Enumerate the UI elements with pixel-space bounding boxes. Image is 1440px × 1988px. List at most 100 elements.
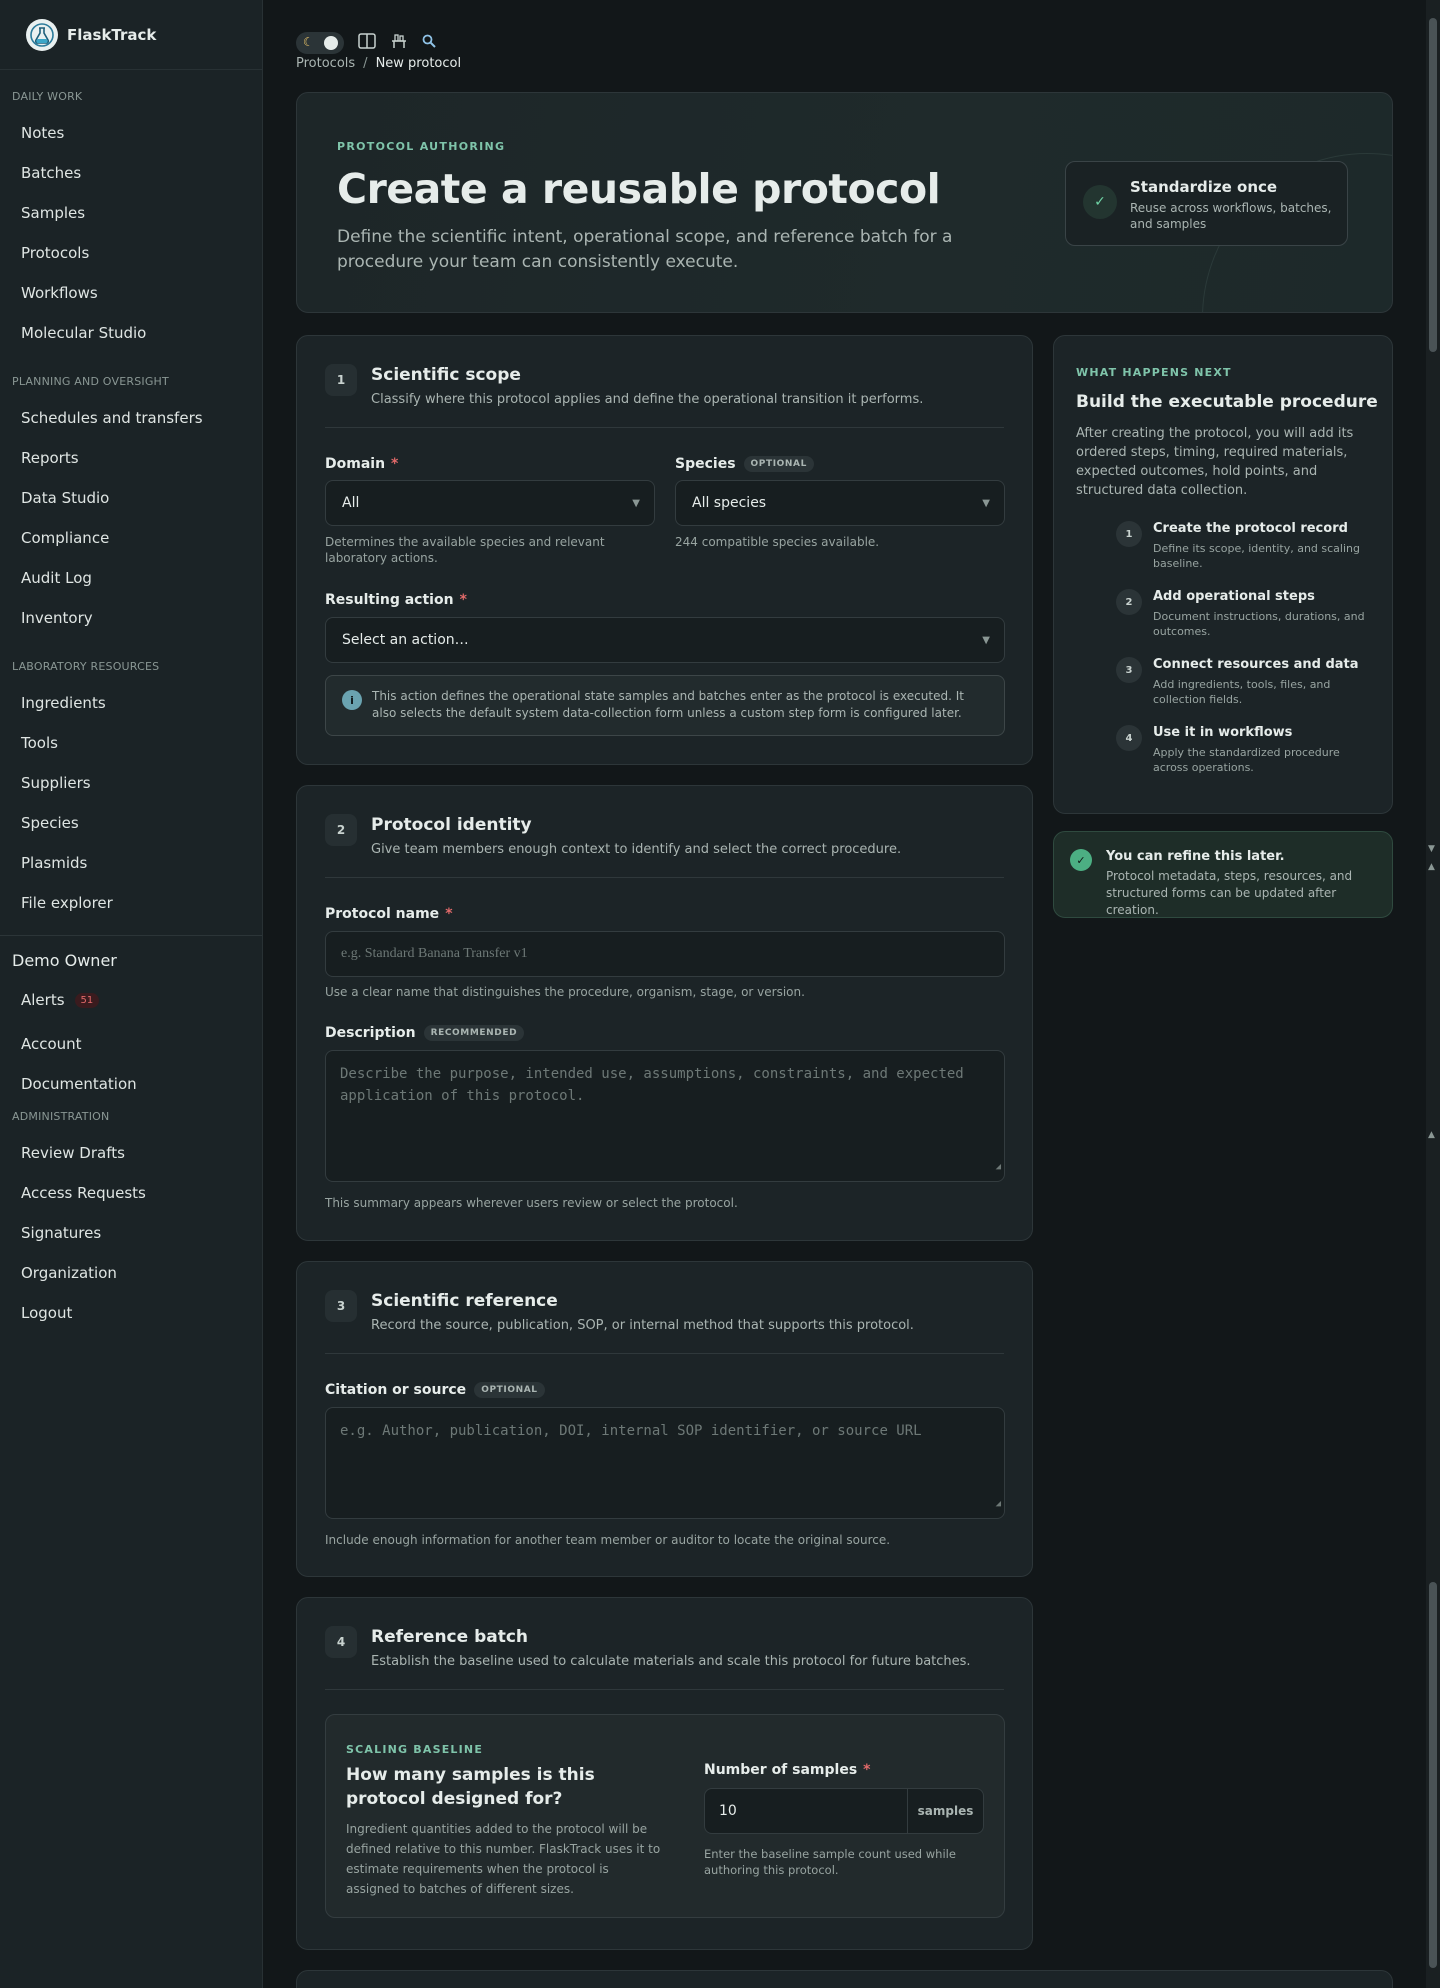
hero-eyebrow: PROTOCOL AUTHORING <box>337 140 506 153</box>
flask-logo-icon <box>26 18 58 51</box>
next-eyebrow: WHAT HAPPENS NEXT <box>1076 366 1232 379</box>
domain-label: Domain * <box>325 456 399 472</box>
step-number: 4 <box>325 1626 357 1658</box>
domain-help: Determines the available species and rel… <box>325 535 605 565</box>
baseline-question: How many samples is this protocol design… <box>346 1765 595 1809</box>
split-view-icon[interactable] <box>358 33 376 53</box>
sidebar-item-samples[interactable]: Samples <box>0 193 262 233</box>
sidebar-item-workflows[interactable]: Workflows <box>0 273 262 313</box>
description-help: This summary appears wherever users revi… <box>325 1196 738 1210</box>
sidebar-item-tools[interactable]: Tools <box>0 723 262 763</box>
action-info-text: This action defines the operational stat… <box>372 689 964 720</box>
section-subtitle: Establish the baseline used to calculate… <box>371 1654 971 1669</box>
toolbar: ☾ <box>296 32 436 54</box>
number-of-samples-input[interactable]: 10 samples <box>704 1788 984 1834</box>
scientific-scope-card: 1 Scientific scope Classify where this p… <box>296 335 1033 765</box>
step-number: 1 <box>325 364 357 396</box>
scroll-arrow-down-icon[interactable]: ▼ <box>1428 844 1435 854</box>
breadcrumb-current: New protocol <box>375 56 462 71</box>
sidebar-item-audit-log[interactable]: Audit Log <box>0 558 262 598</box>
sidebar-item-reports[interactable]: Reports <box>0 438 262 478</box>
sidebar-item-review-drafts[interactable]: Review Drafts <box>0 1133 262 1173</box>
standardize-callout: ✓ Standardize once Reuse across workflow… <box>1065 161 1348 246</box>
refine-later-notice: ✓ You can refine this later. Protocol me… <box>1053 831 1393 918</box>
sidebar-item-compliance[interactable]: Compliance <box>0 518 262 558</box>
sidebar-item-notes[interactable]: Notes <box>0 113 262 153</box>
sidebar-item-molecular-studio[interactable]: Molecular Studio <box>0 313 262 353</box>
scroll-arrow-up-icon[interactable]: ▲ <box>1428 862 1435 872</box>
reference-batch-card: 4 Reference batch Establish the baseline… <box>296 1597 1033 1950</box>
sidebar-item-suppliers[interactable]: Suppliers <box>0 763 262 803</box>
sidebar-item-organization[interactable]: Organization <box>0 1253 262 1293</box>
section-divider <box>325 1353 1004 1354</box>
sidebar-item-batches[interactable]: Batches <box>0 153 262 193</box>
page-title: Create a reusable protocol <box>337 165 941 213</box>
scroll-arrow-up-icon[interactable]: ▲ <box>1428 1130 1435 1140</box>
protocol-name-label: Protocol name * <box>325 906 453 922</box>
check-circle-icon: ✓ <box>1070 849 1092 871</box>
callout-title: Standardize once <box>1130 178 1278 196</box>
baseline-explanation: Ingredient quantities added to the proto… <box>346 1822 661 1896</box>
search-icon[interactable] <box>422 34 436 52</box>
citation-label: Citation or source OPTIONAL <box>325 1382 545 1398</box>
scroll-thumb[interactable] <box>1429 18 1437 352</box>
description-textarea[interactable]: Describe the purpose, intended use, assu… <box>325 1050 1005 1182</box>
sidebar-item-logout[interactable]: Logout <box>0 1293 262 1333</box>
page-scrollbar[interactable]: ▼ ▲ ▲ <box>1426 0 1440 1988</box>
toggle-knob <box>324 36 338 50</box>
sidebar-item-inventory[interactable]: Inventory <box>0 598 262 638</box>
citation-textarea[interactable]: e.g. Author, publication, DOI, internal … <box>325 1407 1005 1519</box>
scientific-reference-card: 3 Scientific reference Record the source… <box>296 1261 1033 1577</box>
breadcrumb-protocols[interactable]: Protocols <box>296 56 355 71</box>
species-select[interactable]: All species ▼ <box>675 480 1005 526</box>
lab-bench-icon[interactable] <box>390 33 408 53</box>
sidebar-item-protocols[interactable]: Protocols <box>0 233 262 273</box>
sidebar-item-account[interactable]: Account <box>0 1024 262 1064</box>
sidebar-item-schedules[interactable]: Schedules and transfers <box>0 398 262 438</box>
theme-toggle[interactable]: ☾ <box>296 32 344 54</box>
chevron-down-icon: ▼ <box>982 635 990 646</box>
next-card-peek <box>296 1970 1393 1988</box>
nav-section-planning: Planning and oversight <box>12 375 169 388</box>
breadcrumb: Protocols / New protocol <box>296 56 461 71</box>
sidebar-item-alerts[interactable]: Alerts 51 <box>0 980 262 1020</box>
protocol-name-input[interactable]: e.g. Standard Banana Transfer v1 <box>325 931 1005 977</box>
moon-icon: ☾ <box>303 35 314 49</box>
section-subtitle: Give team members enough context to iden… <box>371 842 902 857</box>
section-title: Scientific scope <box>371 365 521 385</box>
resize-grip-icon[interactable]: ◢ <box>996 1493 1001 1515</box>
callout-text: Reuse across workflows, batches, and sam… <box>1130 201 1332 231</box>
samples-unit: samples <box>907 1789 983 1833</box>
sidebar-item-data-studio[interactable]: Data Studio <box>0 478 262 518</box>
main-content: ☾ Protocols / New protocol PROTOCOL AUTHOR… <box>263 0 1426 1988</box>
sidebar-item-ingredients[interactable]: Ingredients <box>0 683 262 723</box>
chevron-down-icon: ▼ <box>982 498 990 509</box>
resize-grip-icon[interactable]: ◢ <box>996 1156 1001 1178</box>
samples-label: Number of samples * <box>704 1762 871 1778</box>
sidebar-item-species[interactable]: Species <box>0 803 262 843</box>
alerts-count-badge: 51 <box>74 992 100 1008</box>
samples-value: 10 <box>719 1803 737 1819</box>
citation-help: Include enough information for another t… <box>325 1533 891 1547</box>
nav-section-daily-work: Daily work <box>12 90 83 103</box>
sidebar-item-file-explorer[interactable]: File explorer <box>0 883 262 923</box>
scaling-baseline-panel: SCALING BASELINE How many samples is thi… <box>325 1714 1005 1918</box>
brand[interactable]: FlaskTrack <box>0 0 262 70</box>
protocol-name-help: Use a clear name that distinguishes the … <box>325 985 805 999</box>
sidebar-item-plasmids[interactable]: Plasmids <box>0 843 262 883</box>
section-title: Scientific reference <box>371 1291 558 1311</box>
domain-select[interactable]: All ▼ <box>325 480 655 526</box>
chevron-down-icon: ▼ <box>632 498 640 509</box>
resulting-action-select[interactable]: Select an action… ▼ <box>325 617 1005 663</box>
sidebar-item-signatures[interactable]: Signatures <box>0 1213 262 1253</box>
next-text: After creating the protocol, you will ad… <box>1076 426 1354 498</box>
section-title: Reference batch <box>371 1627 529 1647</box>
user-name: Demo Owner <box>12 950 117 970</box>
nav-section-administration: Administration <box>12 1110 110 1123</box>
description-label: Description RECOMMENDED <box>325 1025 525 1041</box>
step-number: 3 <box>325 1290 357 1322</box>
sidebar-item-access-requests[interactable]: Access Requests <box>0 1173 262 1213</box>
sidebar-item-documentation[interactable]: Documentation <box>0 1064 262 1104</box>
scroll-thumb[interactable] <box>1429 1582 1437 1968</box>
hero-description: Define the scientific intent, operationa… <box>337 227 953 272</box>
